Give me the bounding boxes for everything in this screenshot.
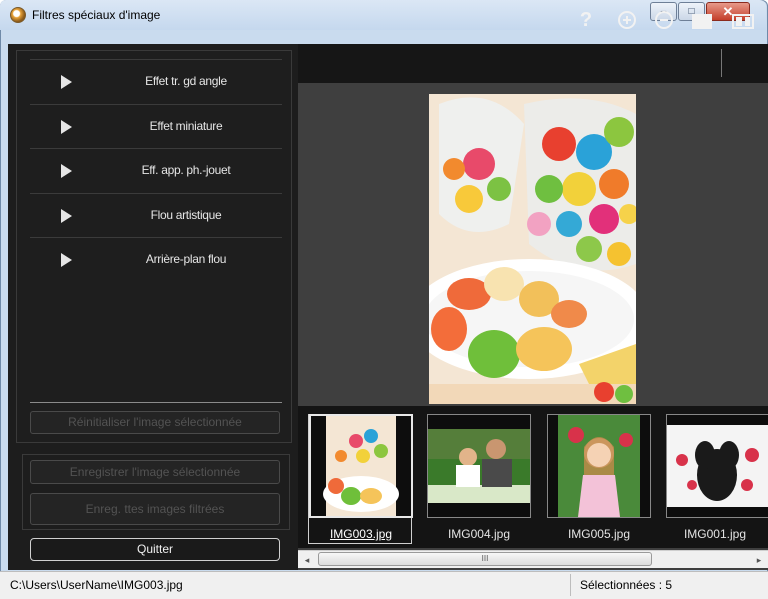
effect-blur-background[interactable]: Arrière-plan flou bbox=[30, 237, 282, 281]
effect-label: Flou artistique bbox=[150, 208, 222, 222]
effect-label: Eff. app. ph.-jouet bbox=[141, 163, 231, 177]
toolbar bbox=[298, 44, 768, 83]
save-filtered-button[interactable]: Enreg. ttes images filtrées bbox=[30, 493, 280, 525]
thumbnail-label: IMG005.jpg bbox=[567, 527, 631, 541]
thumbnail-label: IMG001.jpg bbox=[683, 527, 747, 541]
scrollbar-thumb[interactable]: III bbox=[318, 552, 652, 566]
thumbnail-img004[interactable] bbox=[427, 414, 531, 518]
thumbnail-label: IMG003.jpg bbox=[329, 527, 393, 541]
status-file-path: C:\Users\UserName\IMG003.jpg bbox=[10, 578, 183, 592]
status-divider bbox=[570, 574, 571, 596]
effect-soft-focus[interactable]: Flou artistique bbox=[30, 193, 282, 237]
toolbar-divider bbox=[721, 49, 722, 77]
window-title: Filtres spéciaux d'image bbox=[32, 8, 161, 22]
scroll-right-icon[interactable]: ▸ bbox=[753, 554, 765, 566]
status-selected-count: Sélectionnées : 5 bbox=[580, 578, 673, 592]
preview-image bbox=[429, 94, 636, 404]
effect-label: Effet tr. gd angle bbox=[145, 74, 227, 88]
effect-miniature[interactable]: Effet miniature bbox=[30, 104, 282, 148]
play-triangle-icon bbox=[61, 164, 72, 178]
quit-button[interactable]: Quitter bbox=[30, 538, 280, 561]
full-screen-icon[interactable] bbox=[690, 9, 714, 31]
divider bbox=[30, 402, 282, 403]
app-icon bbox=[10, 7, 26, 23]
play-triangle-icon bbox=[61, 209, 72, 223]
compare-view-icon[interactable] bbox=[730, 9, 756, 31]
effect-label: Arrière-plan flou bbox=[145, 252, 227, 266]
play-triangle-icon bbox=[61, 253, 72, 267]
save-selected-button[interactable]: Enregistrer l'image sélectionnée bbox=[30, 460, 280, 484]
zoom-out-icon[interactable] bbox=[653, 9, 675, 31]
thumbnail-img005[interactable] bbox=[547, 414, 651, 518]
effect-toy-camera[interactable]: Eff. app. ph.-jouet bbox=[30, 148, 282, 192]
thumbnail-img003[interactable] bbox=[309, 414, 413, 518]
play-triangle-icon bbox=[61, 75, 72, 89]
play-triangle-icon bbox=[61, 120, 72, 134]
effect-wide-angle[interactable]: Effet tr. gd angle bbox=[30, 59, 282, 103]
effect-label: Effet miniature bbox=[149, 119, 223, 133]
thumbnail-label: IMG004.jpg bbox=[447, 527, 511, 541]
thumbnail-img001[interactable] bbox=[666, 414, 768, 518]
reset-image-button[interactable]: Réinitialiser l'image sélectionnée bbox=[30, 411, 280, 434]
scroll-left-icon[interactable]: ◂ bbox=[301, 554, 313, 566]
zoom-in-icon[interactable] bbox=[616, 9, 638, 31]
help-icon[interactable]: ? bbox=[575, 9, 597, 31]
